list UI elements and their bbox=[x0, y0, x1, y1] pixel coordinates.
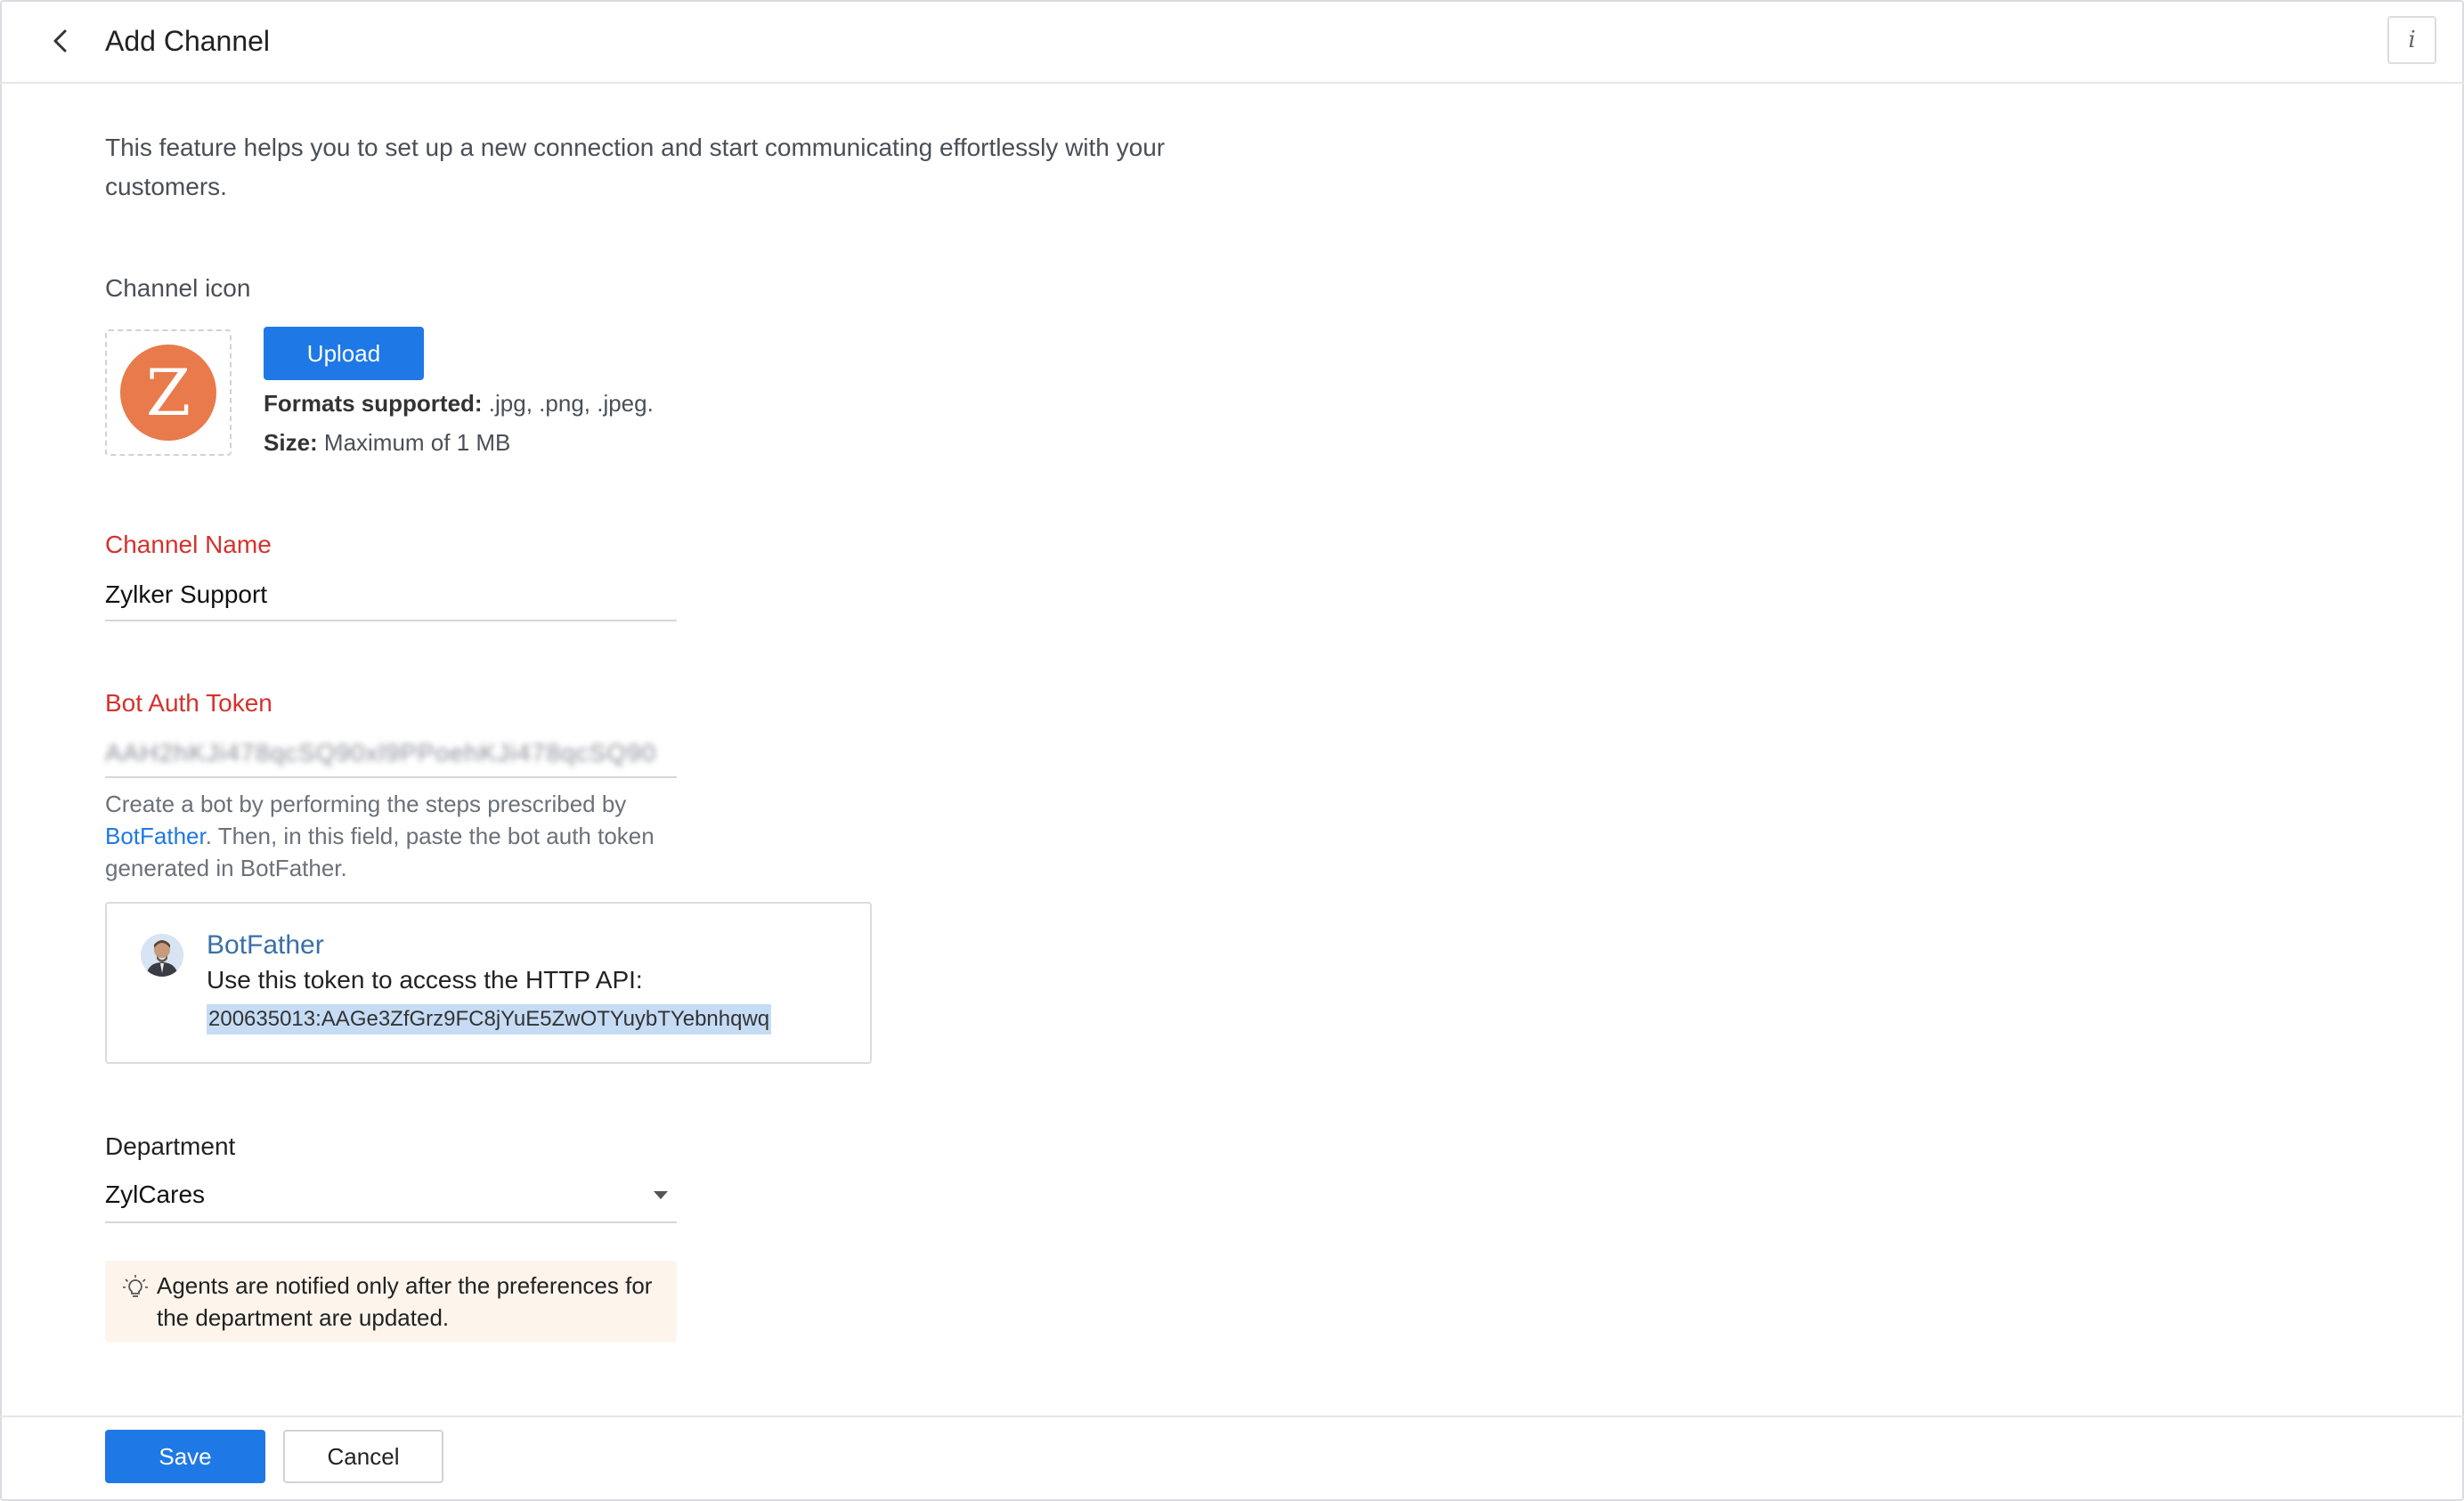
form-footer: Save Cancel bbox=[0, 1416, 2464, 1501]
botfather-link[interactable]: BotFather bbox=[105, 823, 206, 849]
size-limit: Size: Maximum of 1 MB bbox=[264, 426, 510, 458]
info-icon: i bbox=[2408, 27, 2416, 53]
formats-key: Formats supported: bbox=[264, 390, 483, 417]
cancel-button[interactable]: Cancel bbox=[283, 1430, 443, 1483]
formats-supported: Formats supported: .jpg, .png, .jpeg. bbox=[264, 387, 654, 419]
botfather-token: 200635013:AAGe3ZfGrz9FC8jYuE5ZwOTYuybTYe… bbox=[207, 1004, 772, 1034]
channel-name-value: Zylker Support bbox=[105, 580, 268, 608]
page-title: Add Channel bbox=[105, 25, 271, 57]
department-select[interactable]: ZylCares bbox=[105, 1177, 677, 1223]
lightbulb-icon bbox=[123, 1275, 148, 1297]
upload-button[interactable]: Upload bbox=[264, 327, 424, 380]
size-value: Maximum of 1 MB bbox=[317, 429, 511, 456]
bot-token-field[interactable]: AAH2hKJi478qcSQ90xl9PPoehKJi478qcSQ90 bbox=[105, 735, 677, 778]
botfather-example-card: BotFather Use this token to access the H… bbox=[105, 902, 872, 1064]
dropdown-arrow-icon bbox=[654, 1191, 668, 1199]
page-header: Add Channel i bbox=[0, 0, 2464, 84]
channel-icon-label: Channel icon bbox=[105, 274, 251, 302]
save-button[interactable]: Save bbox=[105, 1430, 265, 1483]
page-description: This feature helps you to set up a new c… bbox=[105, 134, 1166, 200]
channel-icon-preview: Z bbox=[105, 329, 232, 456]
channel-name-label: Channel Name bbox=[105, 531, 272, 558]
department-note-text: Agents are notified only after the prefe… bbox=[157, 1272, 653, 1331]
department-label: Department bbox=[105, 1132, 236, 1160]
formats-value: .jpg, .png, .jpeg. bbox=[482, 390, 654, 417]
channel-avatar: Z bbox=[120, 345, 216, 441]
channel-avatar-letter: Z bbox=[145, 355, 191, 430]
bot-token-label: Bot Auth Token bbox=[105, 689, 272, 717]
size-key: Size: bbox=[264, 429, 318, 456]
back-button[interactable] bbox=[39, 20, 82, 62]
bot-token-help: Create a bot by performing the steps pre… bbox=[105, 788, 693, 884]
botfather-name: BotFather bbox=[207, 930, 324, 960]
help-text-before: Create a bot by performing the steps pre… bbox=[105, 791, 627, 817]
info-button[interactable]: i bbox=[2387, 16, 2436, 64]
botfather-message: Use this token to access the HTTP API: bbox=[207, 966, 643, 994]
channel-name-field[interactable]: Zylker Support bbox=[105, 577, 677, 621]
botfather-avatar-image bbox=[141, 934, 183, 977]
bot-token-value: AAH2hKJi478qcSQ90xl9PPoehKJi478qcSQ90 bbox=[105, 739, 657, 767]
botfather-avatar bbox=[141, 934, 183, 977]
chevron-left-icon bbox=[53, 29, 67, 53]
department-value: ZylCares bbox=[105, 1181, 206, 1208]
department-note: Agents are notified only after the prefe… bbox=[105, 1261, 677, 1343]
